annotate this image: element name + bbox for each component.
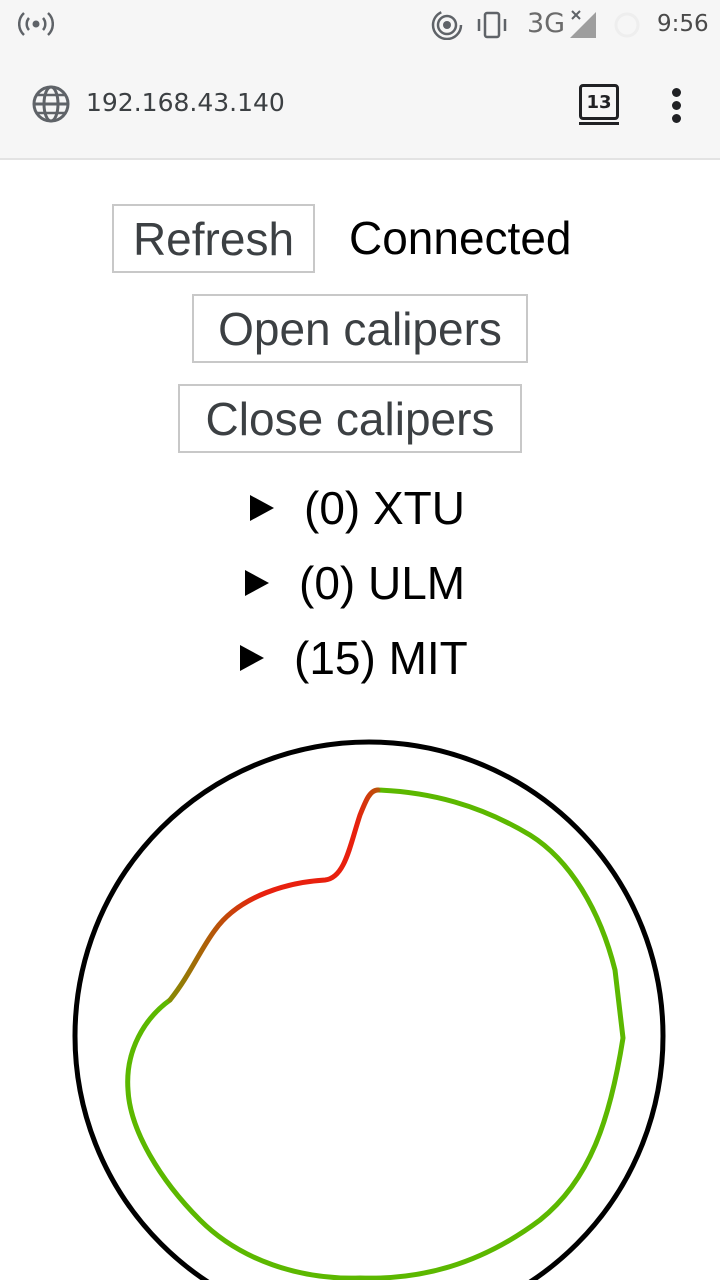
refresh-button[interactable]: Refresh [112,204,315,273]
expand-triangle-icon [245,569,269,596]
caliper-trace-red [167,787,381,1003]
overflow-menu-icon[interactable] [672,88,681,127]
close-calipers-button[interactable]: Close calipers [178,384,522,453]
signal-icon [570,10,596,38]
vibrate-icon [477,11,507,39]
location-broadcast-icon [431,10,463,40]
connection-status: Connected [349,212,572,264]
section-label: (0) ULM [299,557,466,609]
tab-switcher-button[interactable]: 13 [579,84,619,120]
section-ulm-toggle[interactable]: (0) ULM [245,555,465,611]
expand-triangle-icon [240,644,264,671]
network-type: 3G [527,8,566,39]
section-xtu-toggle[interactable]: (0) XTU [250,480,465,536]
address-bar-url[interactable]: 192.168.43.140 [86,88,285,117]
open-calipers-button[interactable]: Open calipers [192,294,528,363]
section-label: (15) MIT [294,632,468,684]
tab-switcher-underline [579,122,619,125]
clock: 9:56 [657,11,709,37]
outer-circle [72,739,666,1280]
globe-icon [32,85,70,123]
battery-icon [614,12,640,38]
expand-triangle-icon [250,494,274,521]
section-mit-toggle[interactable]: (15) MIT [240,630,468,686]
section-label: (0) XTU [304,482,465,534]
status-bar: 3G 9:56 [0,0,720,50]
caliper-polar-plot [72,739,666,1280]
wifi-hotspot-icon [18,12,54,36]
caliper-trace-green [125,787,626,1280]
browser-toolbar: 192.168.43.140 13 [0,50,720,160]
